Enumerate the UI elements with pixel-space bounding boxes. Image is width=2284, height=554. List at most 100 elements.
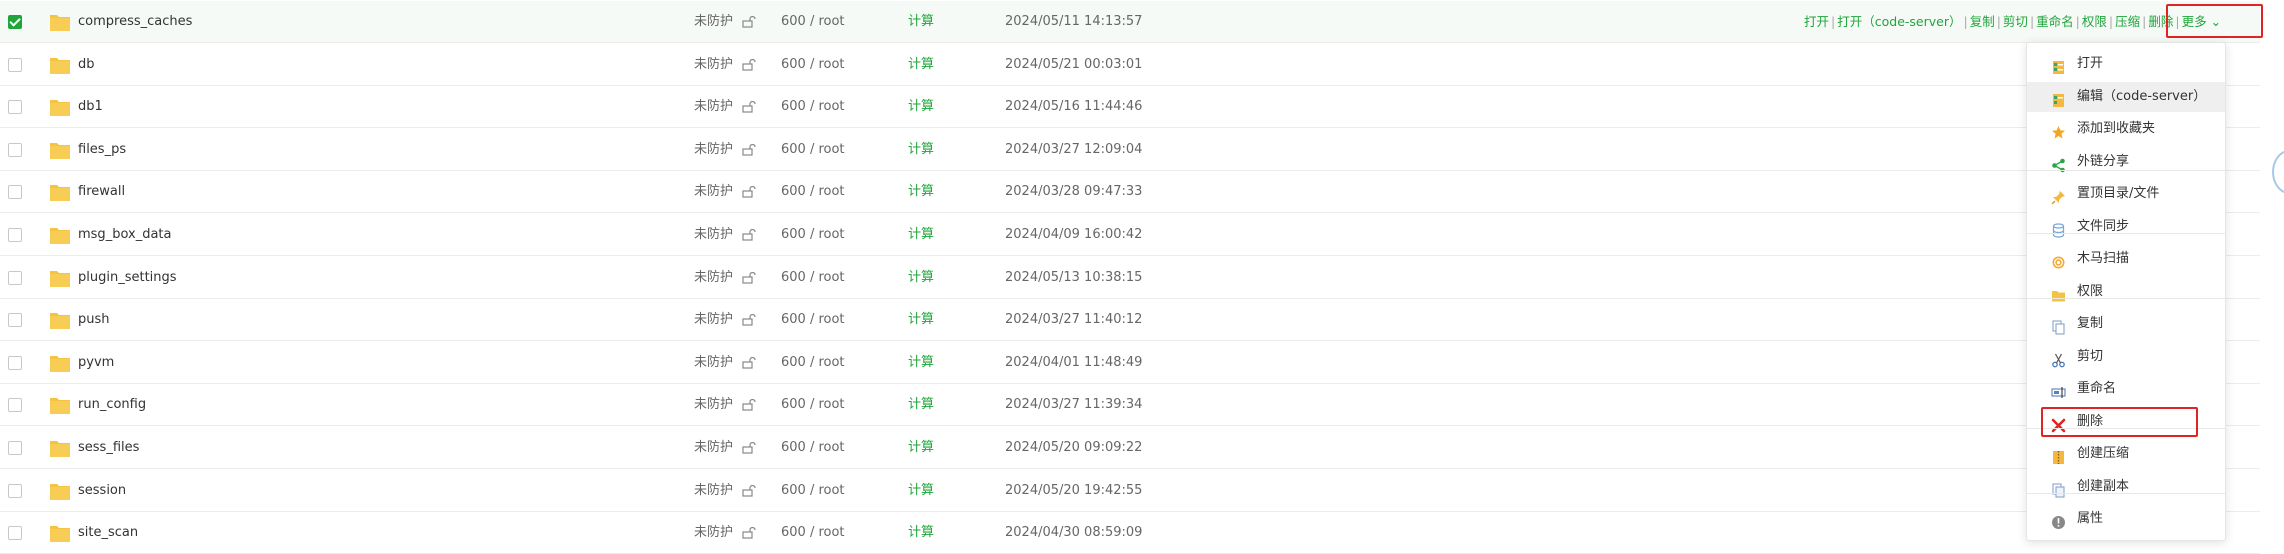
permission-owner[interactable]: 600 / root xyxy=(781,1,845,43)
row-checkbox[interactable] xyxy=(8,142,22,157)
permission-owner[interactable]: 600 / root xyxy=(781,214,845,256)
row-checkbox[interactable] xyxy=(8,398,22,413)
table-row[interactable]: compress_caches 未防护 600 / root 计算 2024/05/11… xyxy=(0,1,2260,43)
protect-status[interactable]: 未防护 xyxy=(694,86,733,128)
protect-status[interactable]: 未防护 xyxy=(694,342,733,384)
lock-icon[interactable] xyxy=(742,143,756,156)
context-menu-item-folder[interactable]: 权限 xyxy=(2027,277,2225,307)
row-checkbox[interactable] xyxy=(8,100,22,115)
lock-icon[interactable] xyxy=(742,484,756,497)
context-menu-item-scissors[interactable]: 剪切 xyxy=(2027,342,2225,372)
file-name[interactable]: sess_files xyxy=(78,427,139,469)
op-copy-link[interactable]: 复制 xyxy=(1970,14,1995,29)
table-row[interactable]: run_config 未防护 600 / root 计算 2024/03/27 11:3… xyxy=(0,384,2260,427)
context-menu-item-duplicate[interactable]: 创建副本 xyxy=(2027,472,2225,502)
protect-status[interactable]: 未防护 xyxy=(694,427,733,469)
context-menu-item-pin[interactable]: 置顶目录/文件 xyxy=(2027,179,2225,209)
protect-status[interactable]: 未防护 xyxy=(694,171,733,213)
file-name[interactable]: db xyxy=(78,44,95,86)
lock-icon[interactable] xyxy=(742,356,756,369)
context-menu-item-rename[interactable]: 重命名 xyxy=(2027,374,2225,404)
permission-owner[interactable]: 600 / root xyxy=(781,470,845,512)
file-name[interactable]: session xyxy=(78,470,126,512)
file-name[interactable]: db1 xyxy=(78,86,103,128)
protect-status[interactable]: 未防护 xyxy=(694,214,733,256)
calculate-size-link[interactable]: 计算 xyxy=(908,214,934,256)
calculate-size-link[interactable]: 计算 xyxy=(908,129,934,171)
table-row[interactable]: firewall 未防护 600 / root 计算 2024/03/28 09:47:… xyxy=(0,171,2260,214)
table-row[interactable]: session 未防护 600 / root 计算 2024/05/20 19:42:5… xyxy=(0,470,2260,512)
protect-status[interactable]: 未防护 xyxy=(694,299,733,341)
calculate-size-link[interactable]: 计算 xyxy=(908,299,934,341)
lock-icon[interactable] xyxy=(742,527,756,539)
permission-owner[interactable]: 600 / root xyxy=(781,384,845,426)
row-checkbox[interactable] xyxy=(8,441,22,455)
calculate-size-link[interactable]: 计算 xyxy=(908,427,934,469)
row-checkbox[interactable] xyxy=(8,15,22,29)
permission-owner[interactable]: 600 / root xyxy=(781,299,845,341)
op-cut-link[interactable]: 剪切 xyxy=(2003,14,2028,29)
op-open-code-server-link[interactable]: 打开（code-server） xyxy=(1837,14,1961,29)
permission-owner[interactable]: 600 / root xyxy=(781,129,845,171)
protect-status[interactable]: 未防护 xyxy=(694,257,733,299)
context-menu-item-edit-file[interactable]: 编辑（code-server） xyxy=(2027,81,2225,112)
protect-status[interactable]: 未防护 xyxy=(694,129,733,171)
permission-owner[interactable]: 600 / root xyxy=(781,342,845,384)
context-menu-item-zip[interactable]: 创建压缩 xyxy=(2027,439,2225,469)
protect-status[interactable]: 未防护 xyxy=(694,470,733,512)
permission-owner[interactable]: 600 / root xyxy=(781,427,845,469)
floating-button-edge[interactable] xyxy=(2272,150,2284,194)
context-menu-item-database[interactable]: 文件同步 xyxy=(2027,212,2225,242)
calculate-size-link[interactable]: 计算 xyxy=(908,86,934,128)
table-row[interactable]: sess_files 未防护 600 / root 计算 2024/05/20 09:0… xyxy=(0,427,2260,469)
context-menu-item-open-file[interactable]: 打开 xyxy=(2027,49,2225,79)
lock-icon[interactable] xyxy=(742,314,756,326)
context-menu-item-info[interactable]: 属性 xyxy=(2027,504,2225,534)
calculate-size-link[interactable]: 计算 xyxy=(908,384,934,426)
calculate-size-link[interactable]: 计算 xyxy=(908,342,934,384)
lock-icon[interactable] xyxy=(742,271,756,284)
table-row[interactable]: db 未防护 600 / root 计算 2024/05/21 00:03:01 xyxy=(0,44,2260,86)
table-row[interactable]: plugin_settings 未防护 600 / root 计算 2024/05/13… xyxy=(0,257,2260,299)
table-row[interactable]: files_ps 未防护 600 / root 计算 2024/03/27 12:09:… xyxy=(0,129,2260,171)
calculate-size-link[interactable]: 计算 xyxy=(908,257,934,299)
row-checkbox[interactable] xyxy=(8,228,22,242)
calculate-size-link[interactable]: 计算 xyxy=(908,171,934,213)
table-row[interactable]: msg_box_data 未防护 600 / root 计算 2024/04/09 16… xyxy=(0,214,2260,256)
calculate-size-link[interactable]: 计算 xyxy=(908,1,934,43)
context-menu-item-copy[interactable]: 复制 xyxy=(2027,309,2225,339)
row-checkbox[interactable] xyxy=(8,526,22,541)
table-row[interactable]: push 未防护 600 / root 计算 2024/03/27 11:40:12 xyxy=(0,299,2260,342)
op-permission-link[interactable]: 权限 xyxy=(2082,14,2107,29)
op-open-link[interactable]: 打开 xyxy=(1804,14,1829,29)
row-checkbox[interactable] xyxy=(8,57,22,72)
file-name[interactable]: run_config xyxy=(78,384,146,426)
lock-icon[interactable] xyxy=(742,101,756,113)
permission-owner[interactable]: 600 / root xyxy=(781,44,845,86)
protect-status[interactable]: 未防护 xyxy=(694,384,733,426)
permission-owner[interactable]: 600 / root xyxy=(781,86,845,128)
permission-owner[interactable]: 600 / root xyxy=(781,171,845,213)
table-row[interactable]: db1 未防护 600 / root 计算 2024/05/16 11:44:46 xyxy=(0,86,2260,129)
protect-status[interactable]: 未防护 xyxy=(694,44,733,86)
file-name[interactable]: pyvm xyxy=(78,342,114,384)
file-name[interactable]: firewall xyxy=(78,171,125,213)
permission-owner[interactable]: 600 / root xyxy=(781,257,845,299)
file-name[interactable]: files_ps xyxy=(78,129,126,171)
row-checkbox[interactable] xyxy=(8,270,22,285)
file-name[interactable]: msg_box_data xyxy=(78,214,171,256)
context-menu-item-share[interactable]: 外链分享 xyxy=(2027,147,2225,177)
protect-status[interactable]: 未防护 xyxy=(694,1,733,43)
calculate-size-link[interactable]: 计算 xyxy=(908,44,934,86)
op-compress-link[interactable]: 压缩 xyxy=(2115,14,2140,29)
file-name[interactable]: plugin_settings xyxy=(78,257,177,299)
lock-icon[interactable] xyxy=(742,186,756,198)
file-name[interactable]: compress_caches xyxy=(78,1,192,43)
context-menu-item-scan[interactable]: 木马扫描 xyxy=(2027,244,2225,274)
op-rename-link[interactable]: 重命名 xyxy=(2036,14,2074,29)
row-checkbox[interactable] xyxy=(8,313,22,328)
calculate-size-link[interactable]: 计算 xyxy=(908,470,934,512)
table-row[interactable]: pyvm 未防护 600 / root 计算 2024/04/01 11:48:49 xyxy=(0,342,2260,384)
lock-icon[interactable] xyxy=(742,15,756,28)
file-name[interactable]: push xyxy=(78,299,110,341)
